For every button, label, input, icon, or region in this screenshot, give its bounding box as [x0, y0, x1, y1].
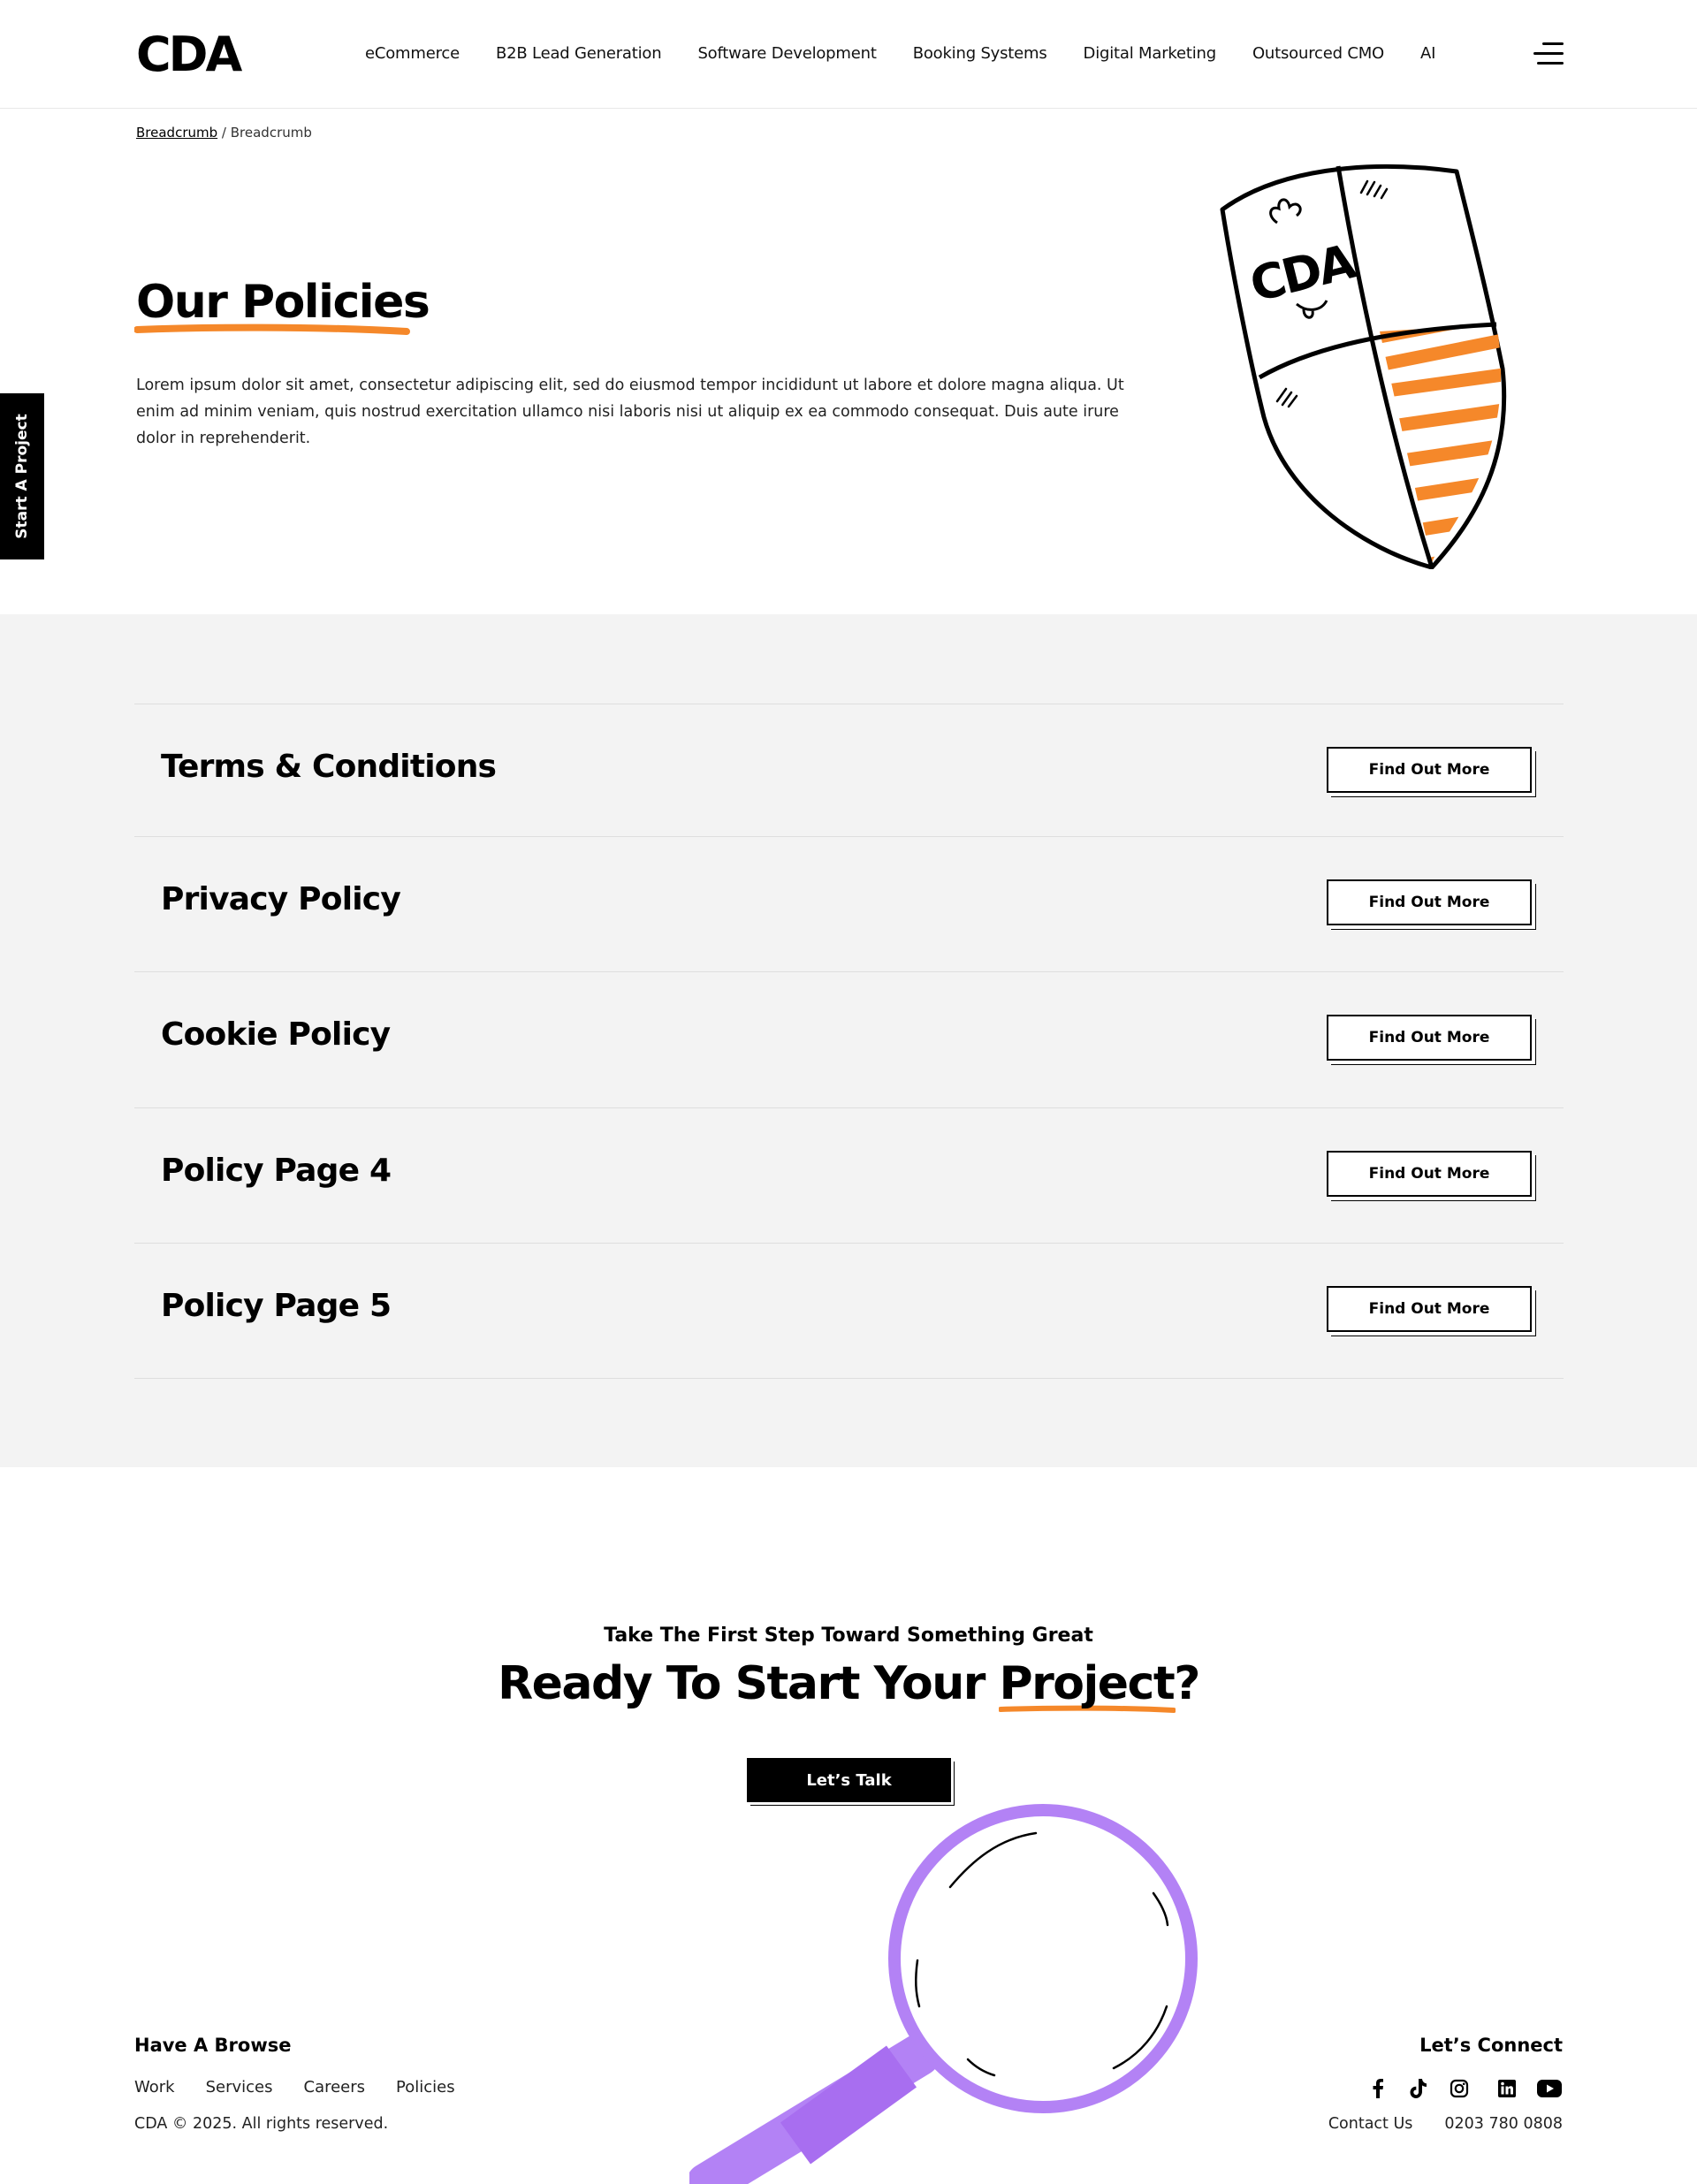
cta-title: Ready To Start Your Project?: [0, 1657, 1697, 1713]
phone-number[interactable]: 0203 780 0808: [1444, 2115, 1563, 2133]
nav-item-ai[interactable]: AI: [1420, 44, 1435, 63]
tiktok-icon[interactable]: [1407, 2077, 1430, 2100]
breadcrumb-separator: /: [221, 125, 226, 141]
policy-row: Policy Page 5 Find Out More: [134, 1243, 1564, 1379]
policy-title[interactable]: Cookie Policy: [161, 1016, 391, 1053]
instagram-icon[interactable]: [1448, 2077, 1471, 2100]
site-header: CDA eCommerce B2B Lead Generation Softwa…: [0, 0, 1697, 109]
nav-item-software-development[interactable]: Software Development: [697, 44, 876, 63]
footer-browse-heading: Have A Browse: [134, 2035, 292, 2056]
footer-contact: Contact Us 0203 780 0808: [1297, 2115, 1563, 2133]
policy-row: Terms & Conditions Find Out More: [134, 704, 1564, 840]
find-out-more-button[interactable]: Find Out More: [1327, 1151, 1532, 1197]
policy-row: Cookie Policy Find Out More: [134, 971, 1564, 1107]
nav-item-booking-systems[interactable]: Booking Systems: [913, 44, 1047, 63]
contact-us-link[interactable]: Contact Us: [1328, 2115, 1413, 2133]
svg-text:CDA: CDA: [136, 30, 242, 78]
main-nav: eCommerce B2B Lead Generation Software D…: [365, 44, 1472, 63]
find-out-more-button[interactable]: Find Out More: [1327, 747, 1532, 793]
cta-kicker: Take The First Step Toward Something Gre…: [604, 1625, 1093, 1647]
start-a-project-label: Start A Project: [13, 414, 31, 539]
policies-section: Terms & Conditions Find Out More Privacy…: [0, 614, 1697, 1467]
policy-row: Privacy Policy Find Out More: [134, 836, 1564, 972]
footer-link-policies[interactable]: Policies: [396, 2078, 455, 2096]
footer-connect-heading: Let’s Connect: [1419, 2035, 1563, 2056]
shield-illustration: CDA: [1220, 164, 1507, 569]
policy-title[interactable]: Privacy Policy: [161, 881, 401, 917]
cta-title-highlight: Project?: [999, 1657, 1200, 1713]
social-links: [1349, 2077, 1563, 2100]
cta-title-prefix: Ready To Start Your: [498, 1657, 1000, 1710]
magnifier-illustration: [689, 1804, 1198, 2184]
lets-talk-button[interactable]: Let’s Talk: [747, 1758, 951, 1802]
find-out-more-button[interactable]: Find Out More: [1327, 879, 1532, 925]
start-a-project-tab[interactable]: Start A Project: [0, 393, 44, 559]
policy-title[interactable]: Terms & Conditions: [161, 749, 497, 785]
footer-link-careers[interactable]: Careers: [304, 2078, 366, 2096]
nav-item-digital-marketing[interactable]: Digital Marketing: [1084, 44, 1217, 63]
footer-links: Work Services Careers Policies: [134, 2078, 486, 2096]
breadcrumb: Breadcrumb / Breadcrumb: [136, 125, 312, 141]
find-out-more-button[interactable]: Find Out More: [1327, 1286, 1532, 1332]
hero-description: Lorem ipsum dolor sit amet, consectetur …: [136, 377, 1124, 447]
find-out-more-button[interactable]: Find Out More: [1327, 1015, 1532, 1061]
policy-row: Policy Page 4 Find Out More: [134, 1107, 1564, 1244]
nav-item-b2b-lead-generation[interactable]: B2B Lead Generation: [496, 44, 662, 63]
policy-title[interactable]: Policy Page 4: [161, 1153, 392, 1189]
linkedin-icon[interactable]: [1495, 2077, 1518, 2100]
page-title-text: Our Policies: [136, 276, 430, 329]
cda-logo[interactable]: CDA: [136, 27, 255, 82]
facebook-icon[interactable]: [1366, 2077, 1389, 2100]
nav-item-ecommerce[interactable]: eCommerce: [365, 44, 460, 63]
hamburger-menu-icon[interactable]: [1533, 41, 1564, 67]
nav-item-outsourced-cmo[interactable]: Outsourced CMO: [1252, 44, 1384, 63]
breadcrumb-current: Breadcrumb: [230, 125, 312, 141]
page-title: Our Policies: [134, 276, 430, 335]
footer-link-services[interactable]: Services: [206, 2078, 273, 2096]
breadcrumb-link[interactable]: Breadcrumb: [136, 125, 217, 141]
footer-link-work[interactable]: Work: [134, 2078, 175, 2096]
policy-title[interactable]: Policy Page 5: [161, 1288, 392, 1324]
copyright: CDA © 2025. All rights reserved.: [134, 2115, 389, 2133]
youtube-icon[interactable]: [1536, 2077, 1563, 2100]
